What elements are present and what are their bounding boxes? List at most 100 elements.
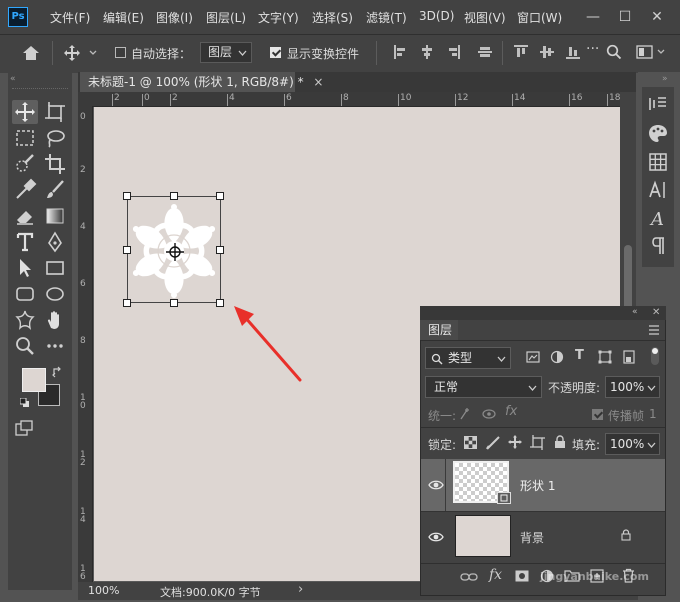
filter-type-icon[interactable]: T bbox=[575, 348, 584, 363]
home-icon[interactable] bbox=[20, 44, 42, 62]
visibility-eye-icon[interactable] bbox=[428, 479, 444, 491]
brush-tool-icon[interactable] bbox=[42, 178, 68, 202]
menu-item-7[interactable]: 3D(D) bbox=[419, 9, 454, 23]
transform-handle[interactable] bbox=[216, 299, 224, 307]
distribute-horizontal-icon[interactable] bbox=[478, 45, 492, 59]
menu-item-6[interactable]: 滤镜(T) bbox=[366, 9, 407, 26]
close-button[interactable]: ✕ bbox=[646, 6, 668, 28]
menu-item-1[interactable]: 编辑(E) bbox=[103, 9, 144, 26]
add-mask-icon[interactable] bbox=[515, 570, 529, 585]
filter-adjustment-icon[interactable] bbox=[550, 350, 564, 367]
eraser-tool-icon[interactable] bbox=[12, 204, 38, 228]
blend-mode-dropdown[interactable]: 正常 bbox=[425, 376, 542, 398]
paragraph-icon[interactable] bbox=[642, 234, 674, 258]
quick-selection-icon[interactable] bbox=[12, 152, 38, 176]
lock-artboard-icon[interactable] bbox=[530, 435, 545, 453]
transform-handle[interactable] bbox=[170, 192, 178, 200]
lock-pixels-icon[interactable] bbox=[486, 435, 501, 453]
layer-name-shape[interactable]: 形状 1 bbox=[520, 477, 555, 494]
filter-smart-object-icon[interactable] bbox=[622, 350, 636, 367]
menu-item-3[interactable]: 图层(L) bbox=[206, 9, 246, 26]
panel-close-icon[interactable]: ✕ bbox=[652, 307, 660, 318]
show-transform-checkbox[interactable] bbox=[270, 47, 281, 58]
document-tab[interactable]: 未标题-1 @ 100% (形状 1, RGB/8#) * × bbox=[80, 72, 323, 92]
foreground-color-swatch[interactable] bbox=[22, 368, 46, 392]
align-right-icon[interactable] bbox=[446, 45, 460, 59]
more-options-icon[interactable]: ··· bbox=[586, 41, 599, 57]
move-tool-icon[interactable] bbox=[12, 100, 38, 124]
rounded-rectangle-icon[interactable] bbox=[12, 282, 38, 306]
layer-name-background[interactable]: 背景 bbox=[520, 529, 544, 546]
align-middle-icon[interactable] bbox=[540, 45, 554, 59]
filter-toggle[interactable] bbox=[651, 347, 659, 365]
menu-item-0[interactable]: 文件(F) bbox=[50, 9, 90, 26]
dock-collapse-icon[interactable]: » bbox=[662, 74, 668, 84]
artboard-tool-icon[interactable] bbox=[42, 100, 68, 124]
panel-collapse-icon[interactable]: « bbox=[632, 307, 638, 317]
hand-tool-icon[interactable] bbox=[42, 308, 68, 332]
pen-tool-icon[interactable] bbox=[42, 230, 68, 254]
panel-menu-icon[interactable] bbox=[648, 324, 660, 338]
filter-pixel-icon[interactable] bbox=[526, 350, 540, 367]
lasso-tool-icon[interactable] bbox=[42, 126, 68, 150]
layer-style-fx-icon[interactable]: fx bbox=[489, 567, 502, 583]
auto-select-checkbox[interactable] bbox=[115, 47, 126, 58]
search-icon[interactable] bbox=[606, 44, 622, 63]
move-tool-preset-icon[interactable] bbox=[63, 44, 99, 62]
default-colors-icon[interactable] bbox=[19, 397, 30, 411]
reference-point-icon[interactable] bbox=[165, 242, 185, 265]
unify-position-icon[interactable] bbox=[458, 407, 474, 424]
transform-handle[interactable] bbox=[123, 299, 131, 307]
lock-all-icon[interactable] bbox=[554, 435, 566, 452]
align-bottom-icon[interactable] bbox=[566, 45, 580, 59]
gradient-tool-icon[interactable] bbox=[42, 204, 68, 228]
menu-item-2[interactable]: 图像(I) bbox=[156, 9, 193, 26]
tab-layers[interactable]: 图层 bbox=[420, 320, 458, 340]
link-layers-icon[interactable] bbox=[460, 571, 478, 585]
menu-item-5[interactable]: 选择(S) bbox=[312, 9, 353, 26]
rectangular-marquee-icon[interactable] bbox=[12, 126, 38, 150]
menu-item-8[interactable]: 视图(V) bbox=[464, 9, 506, 26]
document-info[interactable]: 文档:900.0K/0 字节 bbox=[160, 584, 261, 600]
align-top-icon[interactable] bbox=[514, 45, 528, 59]
transform-handle[interactable] bbox=[216, 192, 224, 200]
transform-handle[interactable] bbox=[170, 299, 178, 307]
type-tool-icon[interactable] bbox=[12, 230, 38, 254]
lock-transparent-icon[interactable] bbox=[464, 436, 477, 452]
layer-filter-dropdown[interactable]: 类型 bbox=[425, 347, 511, 369]
color-palette-icon[interactable] bbox=[642, 122, 674, 146]
quick-mask-icon[interactable] bbox=[15, 420, 35, 439]
unify-visibility-icon[interactable] bbox=[482, 407, 500, 424]
zoom-tool-icon[interactable] bbox=[12, 334, 38, 358]
swatches-grid-icon[interactable] bbox=[642, 150, 674, 174]
maximize-button[interactable]: ☐ bbox=[614, 6, 636, 28]
fill-input[interactable]: 100% bbox=[605, 433, 660, 455]
filter-shape-icon[interactable] bbox=[598, 350, 612, 367]
eyedropper-icon[interactable] bbox=[12, 178, 38, 202]
history-icon[interactable] bbox=[642, 94, 674, 118]
document-tab-close[interactable]: × bbox=[313, 75, 323, 89]
crop-tool-icon[interactable] bbox=[42, 152, 68, 176]
zoom-level[interactable]: 100% bbox=[88, 584, 119, 597]
character-icon[interactable] bbox=[642, 178, 674, 202]
transform-handle[interactable] bbox=[123, 246, 131, 254]
visibility-eye-icon[interactable] bbox=[428, 531, 444, 543]
workspace-icon[interactable] bbox=[636, 45, 668, 62]
menu-item-4[interactable]: 文字(Y) bbox=[258, 9, 299, 26]
toolbox-collapse-icon[interactable]: « bbox=[10, 74, 16, 84]
transform-handle[interactable] bbox=[123, 192, 131, 200]
ellipse-tool-icon[interactable] bbox=[42, 282, 68, 306]
swap-colors-icon[interactable] bbox=[52, 366, 64, 381]
more-tools-icon[interactable] bbox=[42, 334, 68, 358]
transform-handle[interactable] bbox=[216, 246, 224, 254]
propagate-frame-checkbox[interactable] bbox=[592, 409, 603, 420]
glyphs-icon[interactable]: A bbox=[642, 206, 674, 230]
align-center-icon[interactable] bbox=[420, 45, 434, 59]
minimize-button[interactable]: — bbox=[582, 6, 604, 28]
custom-shape-icon[interactable] bbox=[12, 308, 38, 332]
path-selection-icon[interactable] bbox=[12, 256, 38, 280]
rectangle-tool-icon[interactable] bbox=[42, 256, 68, 280]
unify-style-icon[interactable]: fx bbox=[505, 404, 517, 419]
auto-select-target-dropdown[interactable]: 图层 bbox=[200, 42, 252, 63]
lock-position-icon[interactable] bbox=[507, 434, 523, 453]
